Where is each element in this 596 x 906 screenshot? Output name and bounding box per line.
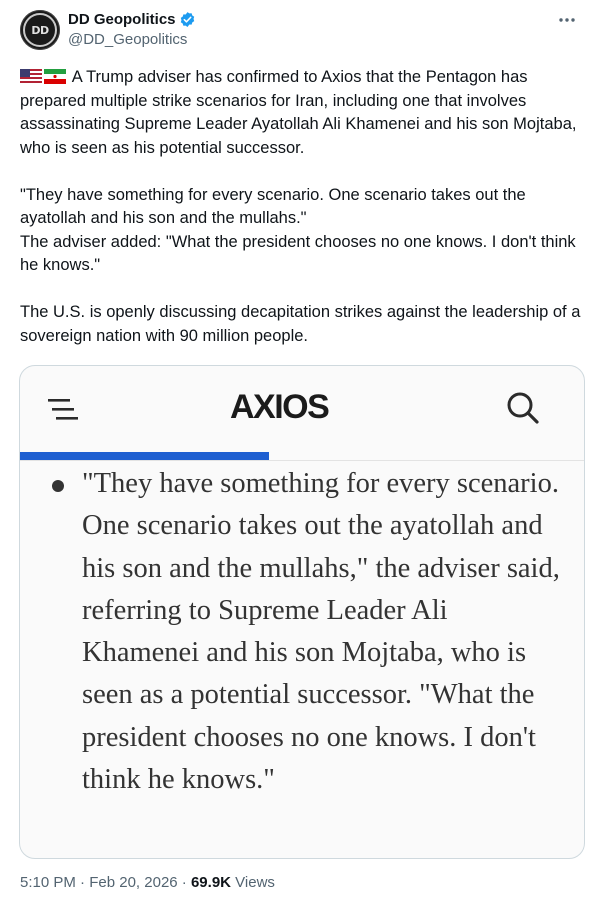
paragraph-2-line-1: "They have something for every scenario.… [20, 185, 526, 228]
author-handle[interactable]: @DD_Geopolitics [68, 31, 187, 48]
divider [20, 460, 584, 461]
paragraph-1-text: A Trump adviser has confirmed to Axios t… [20, 68, 577, 157]
paragraph-3: The U.S. is openly discussing decapitati… [20, 303, 581, 345]
views-count[interactable]: 69.9K [191, 874, 231, 891]
post-date[interactable]: Feb 20, 2026 [89, 874, 177, 891]
axios-logo: AXIOS [230, 388, 330, 426]
separator: · [80, 874, 86, 891]
tweet-text: A Trump adviser has confirmed to Axios t… [20, 66, 585, 348]
views-label: Views [235, 874, 275, 891]
attached-image[interactable]: AXIOS "They have something for every sce… [19, 365, 585, 859]
author-name[interactable]: DD Geopolitics [68, 11, 176, 28]
author-row: DD Geopolitics [68, 11, 196, 28]
article-quote: "They have something for every scenario.… [82, 468, 560, 796]
paragraph-2-line-2: The adviser added: "What the president c… [20, 232, 576, 275]
tweet: DD DD Geopolitics @DD_Geopolitics A Trum… [0, 0, 596, 906]
us-flag-icon [20, 69, 42, 84]
iran-flag-icon [44, 69, 66, 84]
paragraph-1: A Trump adviser has confirmed to Axios t… [20, 66, 585, 160]
bullet-point [52, 480, 64, 492]
separator: · [181, 874, 187, 891]
post-meta: 5:10 PM · Feb 20, 2026 · 69.9K Views [20, 874, 275, 891]
verified-badge-icon [180, 12, 194, 27]
progress-bar [20, 452, 269, 460]
search-icon [507, 392, 539, 424]
menu-icon [48, 399, 78, 420]
post-time[interactable]: 5:10 PM [20, 874, 76, 891]
more-options-icon[interactable] [558, 10, 576, 28]
avatar-logo: DD [23, 13, 57, 47]
avatar[interactable]: DD [20, 10, 60, 50]
